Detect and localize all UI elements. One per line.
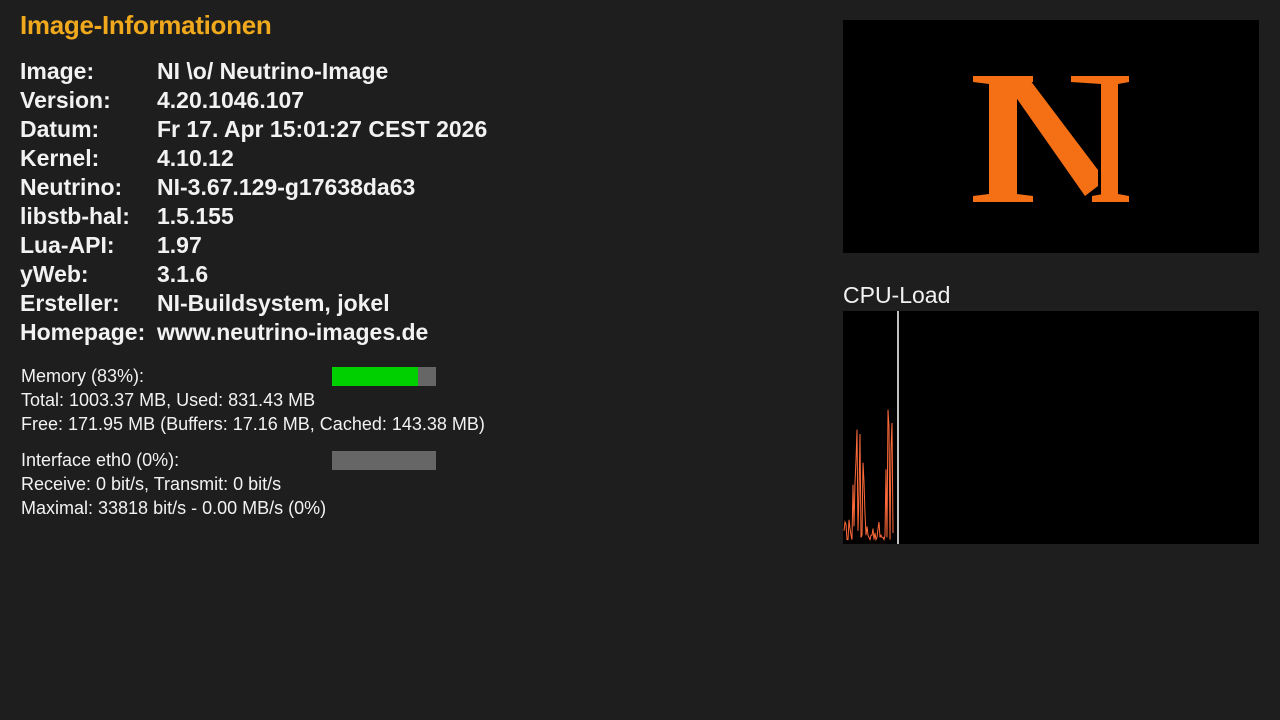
memory-usage-bar xyxy=(332,367,436,386)
info-row-version: Version: 4.20.1046.107 xyxy=(20,86,487,115)
info-label: Datum: xyxy=(20,116,100,142)
info-label: Homepage: xyxy=(20,319,146,345)
info-label: Lua-API: xyxy=(20,232,115,258)
info-value: 4.10.12 xyxy=(157,145,234,171)
info-label: Neutrino: xyxy=(20,174,123,200)
memory-header: Memory (83%): xyxy=(21,364,485,388)
info-row-yweb: yWeb: 3.1.6 xyxy=(20,260,487,289)
info-row-neutrino: Neutrino: NI-3.67.129-g17638da63 xyxy=(20,173,487,202)
info-value: 4.20.1046.107 xyxy=(157,87,305,113)
info-label: Kernel: xyxy=(20,145,100,171)
memory-section: Memory (83%): Total: 1003.37 MB, Used: 8… xyxy=(21,364,485,436)
info-value: 1.97 xyxy=(157,232,202,258)
info-row-creator: Ersteller: NI-Buildsystem, jokel xyxy=(20,289,487,318)
info-label: Version: xyxy=(20,87,111,113)
info-value: 3.1.6 xyxy=(157,261,209,287)
info-value: 1.5.155 xyxy=(157,203,234,229)
cpu-load-line xyxy=(843,409,894,542)
cpu-load-title: CPU-Load xyxy=(843,282,951,308)
info-row-homepage: Homepage: www.neutrino-images.de xyxy=(20,318,487,347)
info-row-lua-api: Lua-API: 1.97 xyxy=(20,231,487,260)
info-label: Ersteller: xyxy=(20,290,120,316)
page-title: Image-Informationen xyxy=(20,10,272,40)
ni-logo-icon xyxy=(973,76,1129,202)
info-label: yWeb: xyxy=(20,261,89,287)
info-row-kernel: Kernel: 4.10.12 xyxy=(20,144,487,173)
info-value: NI \o/ Neutrino-Image xyxy=(157,58,389,84)
network-receive-line: Receive: 0 bit/s, Transmit: 0 bit/s xyxy=(21,474,282,494)
network-max-line: Maximal: 33818 bit/s - 0.00 MB/s (0%) xyxy=(21,498,327,518)
image-info-table: Image: NI \o/ Neutrino-Image Version: 4.… xyxy=(20,57,487,347)
network-label: Interface eth0 (0%): xyxy=(21,450,180,470)
info-row-libstb-hal: libstb-hal: 1.5.155 xyxy=(20,202,487,231)
network-header: Interface eth0 (0%): xyxy=(21,448,436,472)
info-label: libstb-hal: xyxy=(20,203,130,229)
memory-total-line: Total: 1003.37 MB, Used: 831.43 MB xyxy=(21,390,316,410)
info-label: Image: xyxy=(20,58,95,84)
memory-usage-fill xyxy=(332,367,419,386)
network-section: Interface eth0 (0%): Receive: 0 bit/s, T… xyxy=(21,448,436,520)
memory-label: Memory (83%): xyxy=(21,366,145,386)
network-usage-bar xyxy=(332,451,436,470)
cpu-load-graph xyxy=(843,311,1259,544)
info-row-date: Datum: Fr 17. Apr 15:01:27 CEST 2026 xyxy=(20,115,487,144)
image-logo xyxy=(843,20,1259,253)
info-value: www.neutrino-images.de xyxy=(157,319,429,345)
memory-free-line: Free: 171.95 MB (Buffers: 17.16 MB, Cach… xyxy=(21,414,485,434)
info-value: NI-Buildsystem, jokel xyxy=(157,290,390,316)
info-value: Fr 17. Apr 15:01:27 CEST 2026 xyxy=(157,116,488,142)
cpu-load-chart xyxy=(843,311,899,544)
info-row-image: Image: NI \o/ Neutrino-Image xyxy=(20,57,487,86)
info-value: NI-3.67.129-g17638da63 xyxy=(157,174,416,200)
